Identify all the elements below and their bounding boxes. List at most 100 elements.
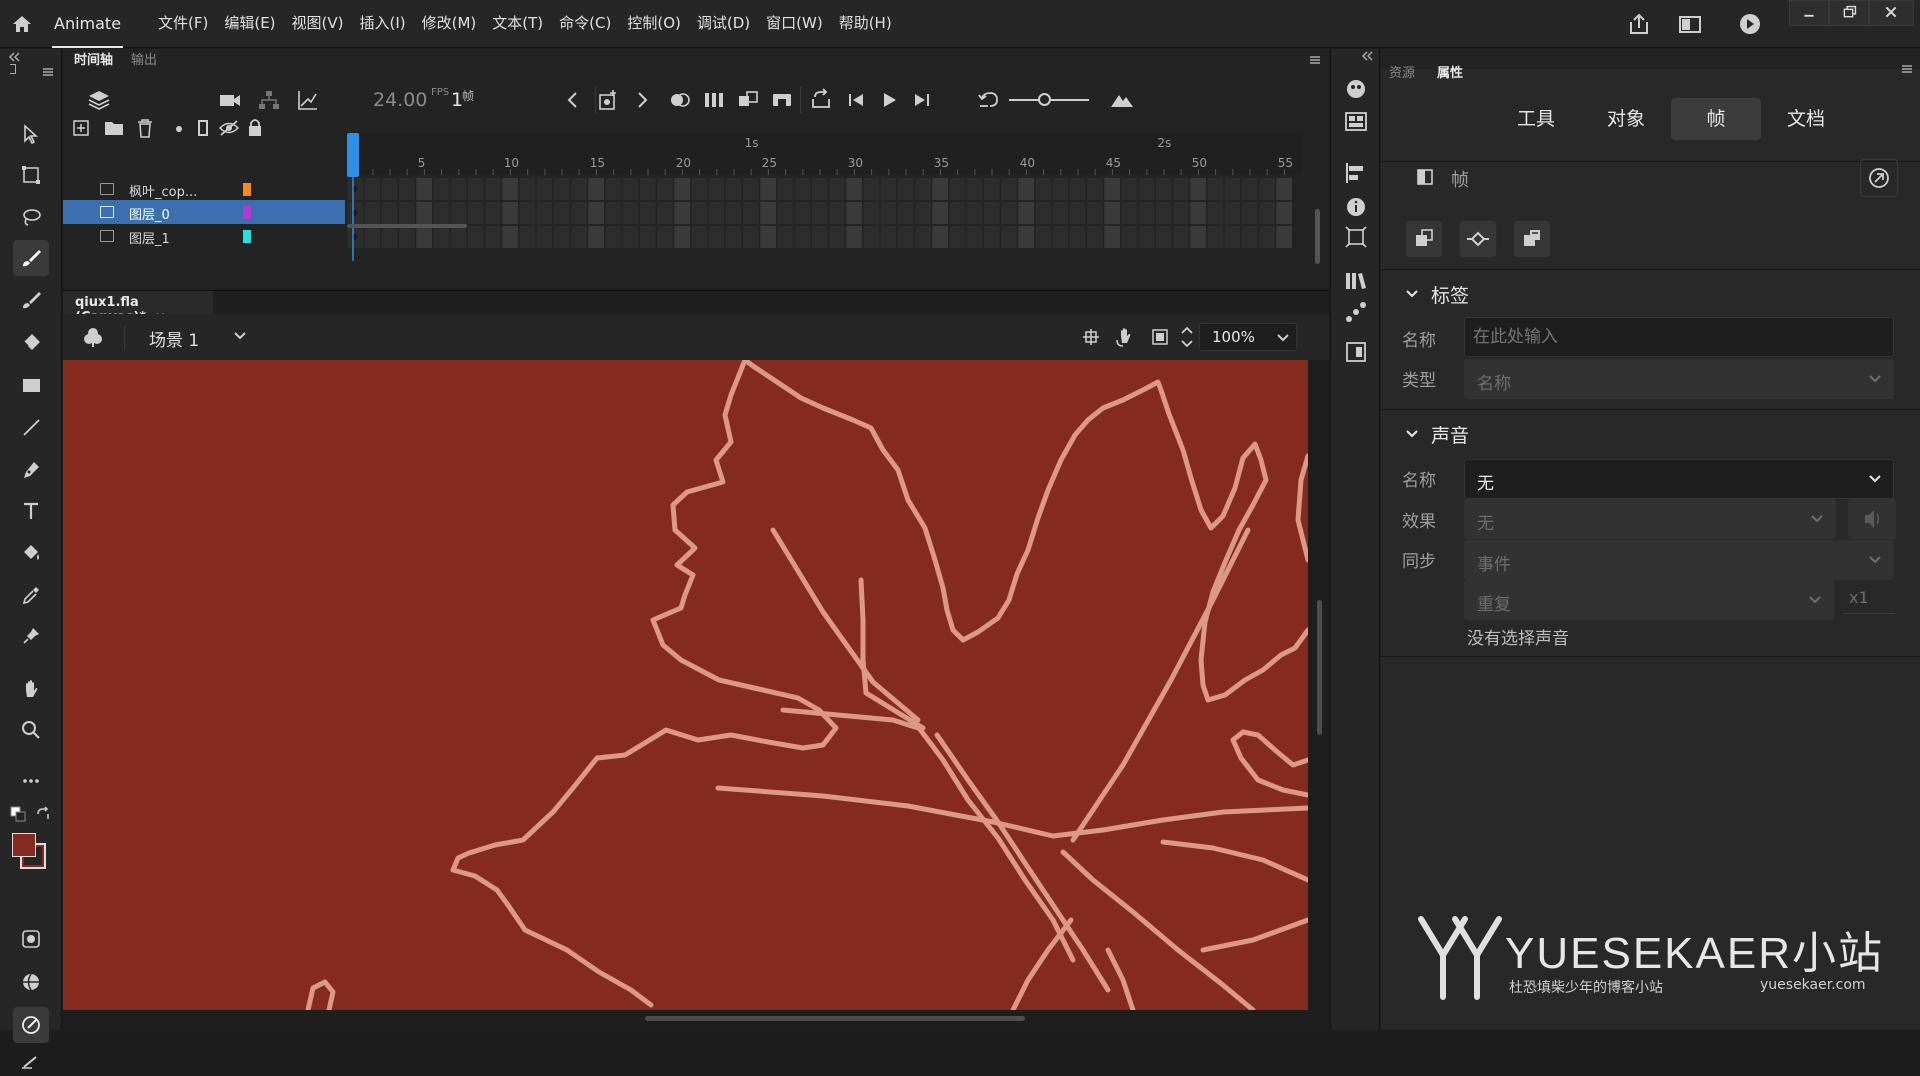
frame-view-icon[interactable] — [701, 87, 727, 113]
frame-picker-icon[interactable] — [1343, 339, 1369, 365]
document-tab[interactable]: qiux1.fla (Canvas)* × — [63, 291, 213, 325]
hand-tool[interactable] — [13, 671, 49, 707]
delete-layer-icon[interactable] — [136, 118, 154, 138]
workspace-icon[interactable] — [1677, 12, 1703, 36]
selection-tool[interactable] — [13, 116, 49, 152]
zoom-field[interactable]: 100% — [1199, 323, 1297, 351]
menu-text[interactable]: 文本(T) — [484, 0, 551, 48]
onion-skin-icon[interactable] — [667, 87, 693, 113]
layer-row-selected[interactable]: 图层_0 — [63, 200, 345, 224]
free-transform-tool[interactable] — [13, 157, 49, 193]
sound-repeat-count[interactable]: x1 — [1843, 588, 1895, 614]
assets-icon[interactable] — [1343, 76, 1369, 102]
convert-to-keyframe-button[interactable] — [1405, 220, 1443, 258]
components-icon[interactable] — [1343, 268, 1369, 294]
clear-keyframe-button[interactable] — [1513, 220, 1551, 258]
paint-bucket-tool[interactable] — [13, 535, 49, 571]
step-forward-icon[interactable] — [909, 87, 935, 113]
next-keyframe-icon[interactable] — [629, 87, 655, 113]
camera-icon[interactable] — [217, 87, 243, 113]
default-colors-icon[interactable] — [10, 806, 26, 822]
layer-color-swatch[interactable] — [243, 206, 251, 219]
paint-brush-tool[interactable] — [13, 240, 49, 276]
pin-tool[interactable] — [13, 618, 49, 654]
loop-playback-icon[interactable] — [808, 87, 834, 113]
scene-dropdown-chevron-icon[interactable] — [233, 331, 247, 341]
panel-menu-icon[interactable] — [1901, 64, 1913, 74]
segment-tool[interactable]: 工具 — [1491, 98, 1581, 140]
insert-tween-button[interactable] — [1459, 220, 1497, 258]
stage-hscroll-thumb[interactable] — [645, 1016, 1025, 1021]
label-type-select[interactable]: 名称 — [1464, 359, 1894, 399]
panel-drag-icon[interactable] — [10, 64, 16, 74]
loop-range-icon[interactable] — [769, 87, 795, 113]
restore-button[interactable] — [1829, 0, 1869, 26]
menu-file[interactable]: 文件(F) — [150, 0, 216, 48]
menu-commands[interactable]: 命令(C) — [551, 0, 619, 48]
collapse-arrows-icon[interactable] — [1361, 51, 1373, 61]
zoom-dropdown-chevron-icon[interactable] — [1276, 333, 1290, 343]
menu-view[interactable]: 视图(V) — [284, 0, 352, 48]
tab-assets[interactable]: 资源 — [1389, 62, 1415, 81]
stage-vscroll-thumb[interactable] — [1317, 600, 1322, 735]
label-section-title[interactable]: 标签 — [1431, 281, 1469, 308]
section-collapse-chevron-icon[interactable] — [1405, 429, 1419, 439]
zoom-slider-thumb[interactable] — [1038, 93, 1051, 106]
share-icon[interactable] — [1626, 12, 1652, 36]
segment-document[interactable]: 文档 — [1761, 98, 1851, 140]
timeline-menu-icon[interactable] — [1309, 55, 1321, 65]
layer-name[interactable]: 图层_0 — [129, 204, 170, 223]
edit-sound-envelope-button[interactable] — [1848, 499, 1896, 539]
edit-multiple-frames-icon[interactable] — [735, 87, 761, 113]
panel-menu-icon[interactable] — [42, 67, 54, 77]
eyedropper-tool[interactable] — [13, 577, 49, 613]
timeline-vscroll-thumb[interactable] — [1315, 209, 1320, 264]
object-drawing-toggle[interactable] — [13, 921, 49, 957]
brush-mode-button[interactable] — [13, 964, 49, 1000]
layers-icon[interactable] — [86, 87, 112, 113]
mountains-icon[interactable] — [1109, 87, 1135, 113]
pressure-toggle[interactable] — [13, 1007, 49, 1043]
sound-name-select[interactable]: 无 — [1464, 459, 1894, 499]
stage-canvas[interactable] — [63, 360, 1308, 1010]
frame-link-button[interactable] — [1860, 159, 1898, 197]
eraser-tool[interactable] — [13, 324, 49, 360]
hide-all-eye-icon[interactable] — [218, 119, 240, 137]
lasso-tool[interactable] — [13, 199, 49, 235]
insert-keyframe-icon[interactable] — [596, 87, 622, 113]
tab-output[interactable]: 输出 — [131, 49, 157, 68]
new-folder-icon[interactable] — [104, 119, 124, 137]
label-name-input[interactable] — [1465, 318, 1893, 356]
section-collapse-chevron-icon[interactable] — [1405, 289, 1419, 299]
menu-edit[interactable]: 编辑(E) — [216, 0, 283, 48]
scene-icon[interactable] — [81, 326, 105, 348]
scene-name[interactable]: 场景 1 — [149, 326, 199, 351]
sound-sync-select[interactable]: 事件 — [1464, 540, 1894, 580]
previous-keyframe-icon[interactable] — [560, 87, 586, 113]
menu-insert[interactable]: 插入(I) — [352, 0, 414, 48]
align-icon[interactable] — [1343, 160, 1369, 186]
menu-control[interactable]: 控制(O) — [619, 0, 689, 48]
library-icon[interactable] — [1343, 109, 1369, 135]
lock-all-icon[interactable] — [247, 117, 263, 137]
pen-tool[interactable] — [13, 452, 49, 488]
tab-timeline[interactable]: 时间轴 — [74, 49, 113, 68]
layer-row[interactable]: 枫叶_cop... — [63, 177, 345, 201]
brush-tool[interactable] — [13, 282, 49, 318]
layer-name[interactable]: 图层_1 — [129, 228, 170, 247]
segment-object[interactable]: 对象 — [1581, 98, 1671, 140]
layer-color-swatch[interactable] — [243, 183, 251, 196]
stage-vertical-scrollbar[interactable] — [1312, 360, 1329, 1010]
new-layer-icon[interactable] — [72, 119, 90, 137]
close-window-button[interactable] — [1869, 0, 1914, 26]
sound-section-title[interactable]: 声音 — [1431, 421, 1469, 448]
layer-row[interactable]: 图层_1 — [63, 224, 345, 248]
motion-presets-icon[interactable] — [1343, 299, 1369, 325]
stroke-color-swatch[interactable] — [12, 833, 36, 857]
label-name-field[interactable] — [1464, 317, 1894, 357]
segment-frame[interactable]: 帧 — [1671, 98, 1761, 140]
undo-zoom-icon[interactable] — [976, 87, 1002, 113]
rotate-stage-icon[interactable] — [1115, 326, 1137, 348]
info-icon[interactable] — [1343, 194, 1369, 220]
more-tools-button[interactable] — [13, 763, 49, 799]
